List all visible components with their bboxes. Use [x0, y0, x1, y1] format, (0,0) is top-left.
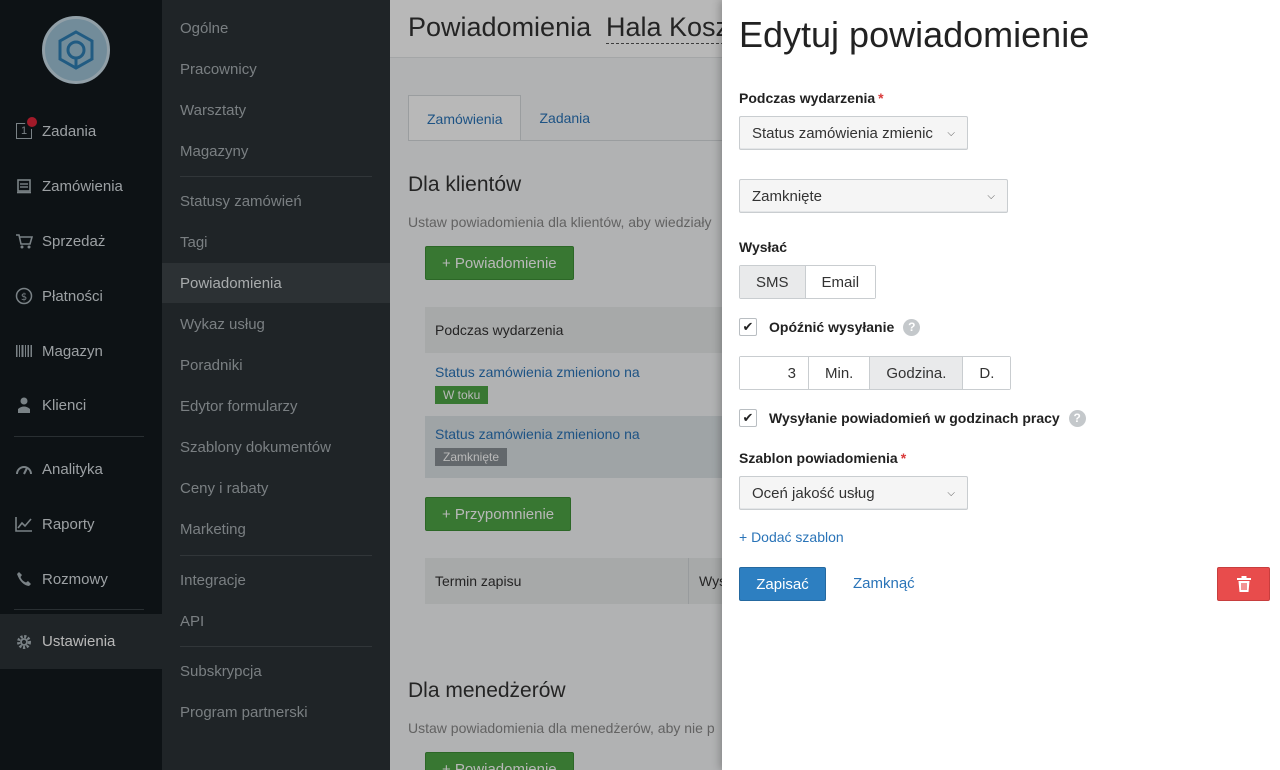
template-select[interactable]: Oceń jakość usług ⌵	[739, 476, 968, 510]
template-select-value: Oceń jakość usług	[752, 484, 875, 502]
send-label: Wysłać	[739, 239, 787, 255]
add-template-link[interactable]: + Dodać szablon	[739, 529, 844, 545]
chevron-down-icon: ⌵	[947, 487, 955, 499]
status-select-value: Zamknięte	[752, 187, 823, 205]
required-mark: *	[900, 450, 907, 466]
event-label-text: Podczas wydarzenia	[739, 90, 876, 106]
chevron-down-icon: ⌵	[947, 127, 955, 139]
trash-icon	[1236, 576, 1251, 592]
delay-value-input[interactable]: 3	[740, 357, 808, 389]
required-mark: *	[878, 90, 884, 106]
close-button[interactable]: Zamknąć	[853, 575, 915, 592]
work-hours-label: Wysyłanie powiadomień w godzinach pracy	[769, 410, 1060, 426]
help-icon[interactable]: ?	[1068, 409, 1086, 427]
delay-unit-hours[interactable]: Godzina.	[869, 357, 963, 389]
delay-unit-days[interactable]: D.	[962, 357, 1011, 389]
edit-notification-drawer: Edytuj powiadomienie Podczas wydarzenia *…	[722, 0, 1280, 770]
event-label: Podczas wydarzenia *	[739, 90, 884, 106]
work-hours-checkbox[interactable]: ✔	[739, 409, 757, 427]
work-hours-checkbox-row: ✔ Wysyłanie powiadomień w godzinach prac…	[739, 409, 1086, 427]
modal-overlay[interactable]	[0, 0, 722, 770]
delete-button[interactable]	[1217, 567, 1270, 601]
drawer-title: Edytuj powiadomienie	[739, 14, 1090, 55]
help-icon[interactable]: ?	[903, 318, 921, 336]
delay-unit-minutes[interactable]: Min.	[808, 357, 870, 389]
template-label-text: Szablon powiadomienia	[739, 450, 898, 466]
delay-checkbox-row: ✔ Opóźnić wysyłanie ?	[739, 318, 921, 336]
delay-input-group: 3 Min. Godzina. D.	[739, 356, 1012, 390]
email-option[interactable]: Email	[804, 266, 876, 298]
delay-label: Opóźnić wysyłanie	[769, 319, 895, 335]
sms-option[interactable]: SMS	[740, 266, 805, 298]
event-select[interactable]: Status zamówienia zmienic ⌵	[739, 116, 968, 150]
send-channel-toggle: SMS Email	[739, 265, 877, 299]
save-button[interactable]: Zapisać	[739, 567, 826, 601]
chevron-down-icon: ⌵	[987, 190, 995, 202]
template-label: Szablon powiadomienia *	[739, 450, 906, 466]
status-select[interactable]: Zamknięte ⌵	[739, 179, 1008, 213]
event-select-value: Status zamówienia zmienic	[752, 124, 933, 142]
delay-checkbox[interactable]: ✔	[739, 318, 757, 336]
app-root: 1 Zadania Zamówienia Sprzedaż $ Płatnośc…	[0, 0, 1280, 770]
